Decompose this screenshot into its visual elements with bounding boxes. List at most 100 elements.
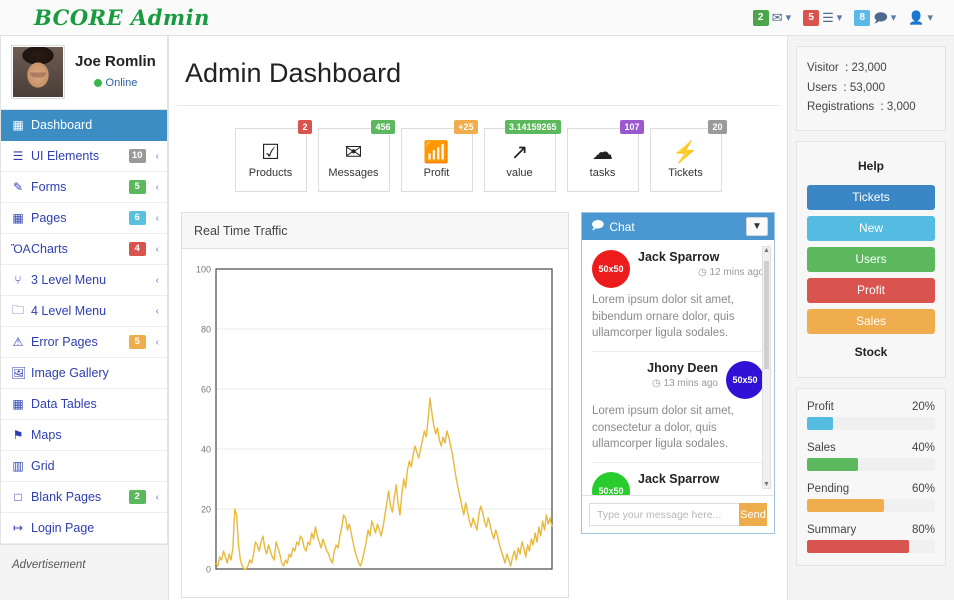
chat-messages[interactable]: 50x50 Jack Sparrow ◷ 12 mins ago Lorem ipsu… xyxy=(582,240,774,495)
progress-track xyxy=(807,498,935,512)
sidebar-item-3-level-menu[interactable]: ⑂ 3 Level Menu ‹ xyxy=(1,265,167,296)
chat-message: 50x50 Jhony Deen ◷ 13 mins ago Lorem ipsum … xyxy=(592,361,764,464)
stat-users: Users : 53,000 xyxy=(807,81,885,94)
visitor-stats-card: Visitor : 23,000 Users : 53,000 Registrati… xyxy=(796,46,946,131)
chevron-down-icon[interactable]: ▾ xyxy=(927,11,933,24)
sidebar-item-ui-elements[interactable]: ☰ UI Elements 10 ‹ xyxy=(1,141,167,172)
svg-text:100: 100 xyxy=(196,265,211,275)
sidebar-item-label: Dashboard xyxy=(31,118,93,132)
stat-card-tickets[interactable]: 20 ⚡ Tickets xyxy=(649,120,727,192)
avatar xyxy=(11,44,65,99)
svg-text:60: 60 xyxy=(201,385,211,395)
chevron-left-icon[interactable]: ‹ xyxy=(156,213,159,224)
stat-card-badge: 3.14159265 xyxy=(504,120,561,134)
profile-card: Joe Romlin Online xyxy=(0,36,168,110)
user-icon[interactable]: 👤 xyxy=(908,11,924,24)
chevron-down-icon[interactable]: ▾ xyxy=(786,11,792,24)
chevron-left-icon[interactable]: ‹ xyxy=(156,275,159,286)
tasks-icon[interactable]: ☰ xyxy=(822,11,834,24)
send-button[interactable]: Send xyxy=(739,503,767,526)
scroll-down-icon[interactable]: ▼ xyxy=(763,481,770,488)
chevron-down-icon[interactable]: ▾ xyxy=(891,11,897,24)
stat-card-badge: 456 xyxy=(371,120,395,134)
sidebar-item-forms[interactable]: ✎ Forms 5 ‹ xyxy=(1,172,167,203)
sidebar-item-data-tables[interactable]: ▦ Data Tables xyxy=(1,389,167,420)
rail-button-users[interactable]: Users xyxy=(807,246,935,272)
progress-summary: Summary 80% xyxy=(807,524,935,553)
sidebar-item-pages[interactable]: ▦ Pages 6 ‹ xyxy=(1,203,167,234)
rail-button-tickets[interactable]: Tickets xyxy=(807,184,935,210)
stat-card-badge: 20 xyxy=(708,120,727,134)
comments-icon[interactable]: 🗩 xyxy=(873,11,887,24)
warning-icon: ⚠ xyxy=(12,335,24,349)
sidebar-item-label: Image Gallery xyxy=(31,366,109,380)
rail-button-stock[interactable]: Stock xyxy=(807,340,935,365)
profile-status-label: Online xyxy=(105,76,138,89)
chat-collapse-button[interactable]: ▼ xyxy=(746,217,768,236)
topnav-tasks[interactable]: 5 ☰ ▾ xyxy=(798,9,847,26)
sidebar-item-maps[interactable]: ⚑ Maps xyxy=(1,420,167,451)
rail-button-new[interactable]: New xyxy=(807,215,935,241)
stat-card-label: Tickets xyxy=(668,166,703,179)
chevron-down-icon[interactable]: ▾ xyxy=(837,11,843,24)
sidebar-item-label: 3 Level Menu xyxy=(31,273,107,287)
stat-card-value[interactable]: 3.14159265 ↗ value xyxy=(483,120,561,192)
stat-card-messages[interactable]: 456 ✉ Messages xyxy=(317,120,395,192)
chat-avatar: 50x50 xyxy=(726,361,764,400)
sidebar-item-label: 4 Level Menu xyxy=(31,304,107,318)
chat-composer: Send xyxy=(582,495,774,533)
advertisement-label: Advertisement xyxy=(12,559,86,571)
topnav-user[interactable]: 👤 ▾ xyxy=(903,11,938,24)
chat-message: 50x50 Jack Sparrow xyxy=(592,472,764,495)
chat-icon: 🗩 xyxy=(591,218,605,232)
main-content: Admin Dashboard 2 ☑ Products 456 ✉ Messages +2… xyxy=(168,36,788,600)
chat-message-time: ◷ 12 mins ago xyxy=(698,267,764,278)
rail-button-help[interactable]: Help xyxy=(807,154,935,179)
sidebar-item-error-pages[interactable]: ⚠ Error Pages 5 ‹ xyxy=(1,327,167,358)
rail-button-sales[interactable]: Sales xyxy=(807,308,935,334)
sidebar-item-4-level-menu[interactable]: 🗀 4 Level Menu ‹ xyxy=(1,296,167,327)
stat-card-profit[interactable]: +25 📶 Profit xyxy=(400,120,478,192)
sidebar-item-label: Data Tables xyxy=(31,397,97,411)
sidebar-item-label: Maps xyxy=(31,428,62,442)
stat-card-tasks[interactable]: 107 ☁ tasks xyxy=(566,120,644,192)
progress-profit: Profit 20% xyxy=(807,401,935,430)
svg-text:80: 80 xyxy=(201,325,211,335)
chat-scrollbar[interactable]: ▲ ▼ xyxy=(762,246,771,489)
progress-fill xyxy=(807,498,884,512)
grid-icon: ▦ xyxy=(12,118,24,132)
chevron-left-icon[interactable]: ‹ xyxy=(156,151,159,162)
chevron-left-icon[interactable]: ‹ xyxy=(156,337,159,348)
stat-card-products[interactable]: 2 ☑ Products xyxy=(234,120,312,192)
chat-scroll-thumb[interactable] xyxy=(764,261,769,369)
scroll-up-icon[interactable]: ▲ xyxy=(763,247,770,254)
topnav-comments[interactable]: 8 🗩 ▾ xyxy=(849,9,901,26)
columns-icon: ▥ xyxy=(12,459,24,473)
sidebar-item-image-gallery[interactable]: 🖼 Image Gallery xyxy=(1,358,167,389)
profile-name: Joe Romlin xyxy=(75,53,156,71)
sidebar-item-charts[interactable]: ὌA Charts 4 ‹ xyxy=(1,234,167,265)
sidebar-item-dashboard[interactable]: ▦ Dashboard xyxy=(1,110,167,141)
sidebar-item-grid[interactable]: ▥ Grid xyxy=(1,451,167,482)
chevron-left-icon[interactable]: ‹ xyxy=(156,492,159,503)
online-dot-icon xyxy=(93,78,102,87)
brand-logo[interactable]: BCORE Admin xyxy=(34,5,210,30)
sidebar-item-badge: 4 xyxy=(128,242,146,256)
sidebar-item-login-page[interactable]: ↦ Login Page xyxy=(1,513,167,544)
rail-button-profit[interactable]: Profit xyxy=(807,277,935,303)
chevron-left-icon[interactable]: ‹ xyxy=(156,306,159,317)
sidebar-item-label: Grid xyxy=(31,459,55,473)
bolt-icon: ⚡ xyxy=(672,140,699,164)
chat-panel: 🗩 Chat ▼ 50x50 Jack Sparrow ◷ 12 mins ago L… xyxy=(581,212,775,534)
progress-pending: Pending 60% xyxy=(807,483,935,512)
list-icon: ☰ xyxy=(12,149,24,163)
topnav-messages[interactable]: 2 ✉ ▾ xyxy=(748,9,796,26)
chevron-left-icon[interactable]: ‹ xyxy=(156,182,159,193)
chat-input[interactable] xyxy=(589,503,739,526)
progress-label: Summary xyxy=(807,523,857,536)
sidebar-item-badge: 2 xyxy=(128,490,146,504)
sidebar-item-blank-pages[interactable]: □ Blank Pages 2 ‹ xyxy=(1,482,167,513)
folder-icon: 🗀 xyxy=(11,302,24,317)
envelope-icon[interactable]: ✉ xyxy=(772,11,783,24)
chevron-left-icon[interactable]: ‹ xyxy=(156,244,159,255)
